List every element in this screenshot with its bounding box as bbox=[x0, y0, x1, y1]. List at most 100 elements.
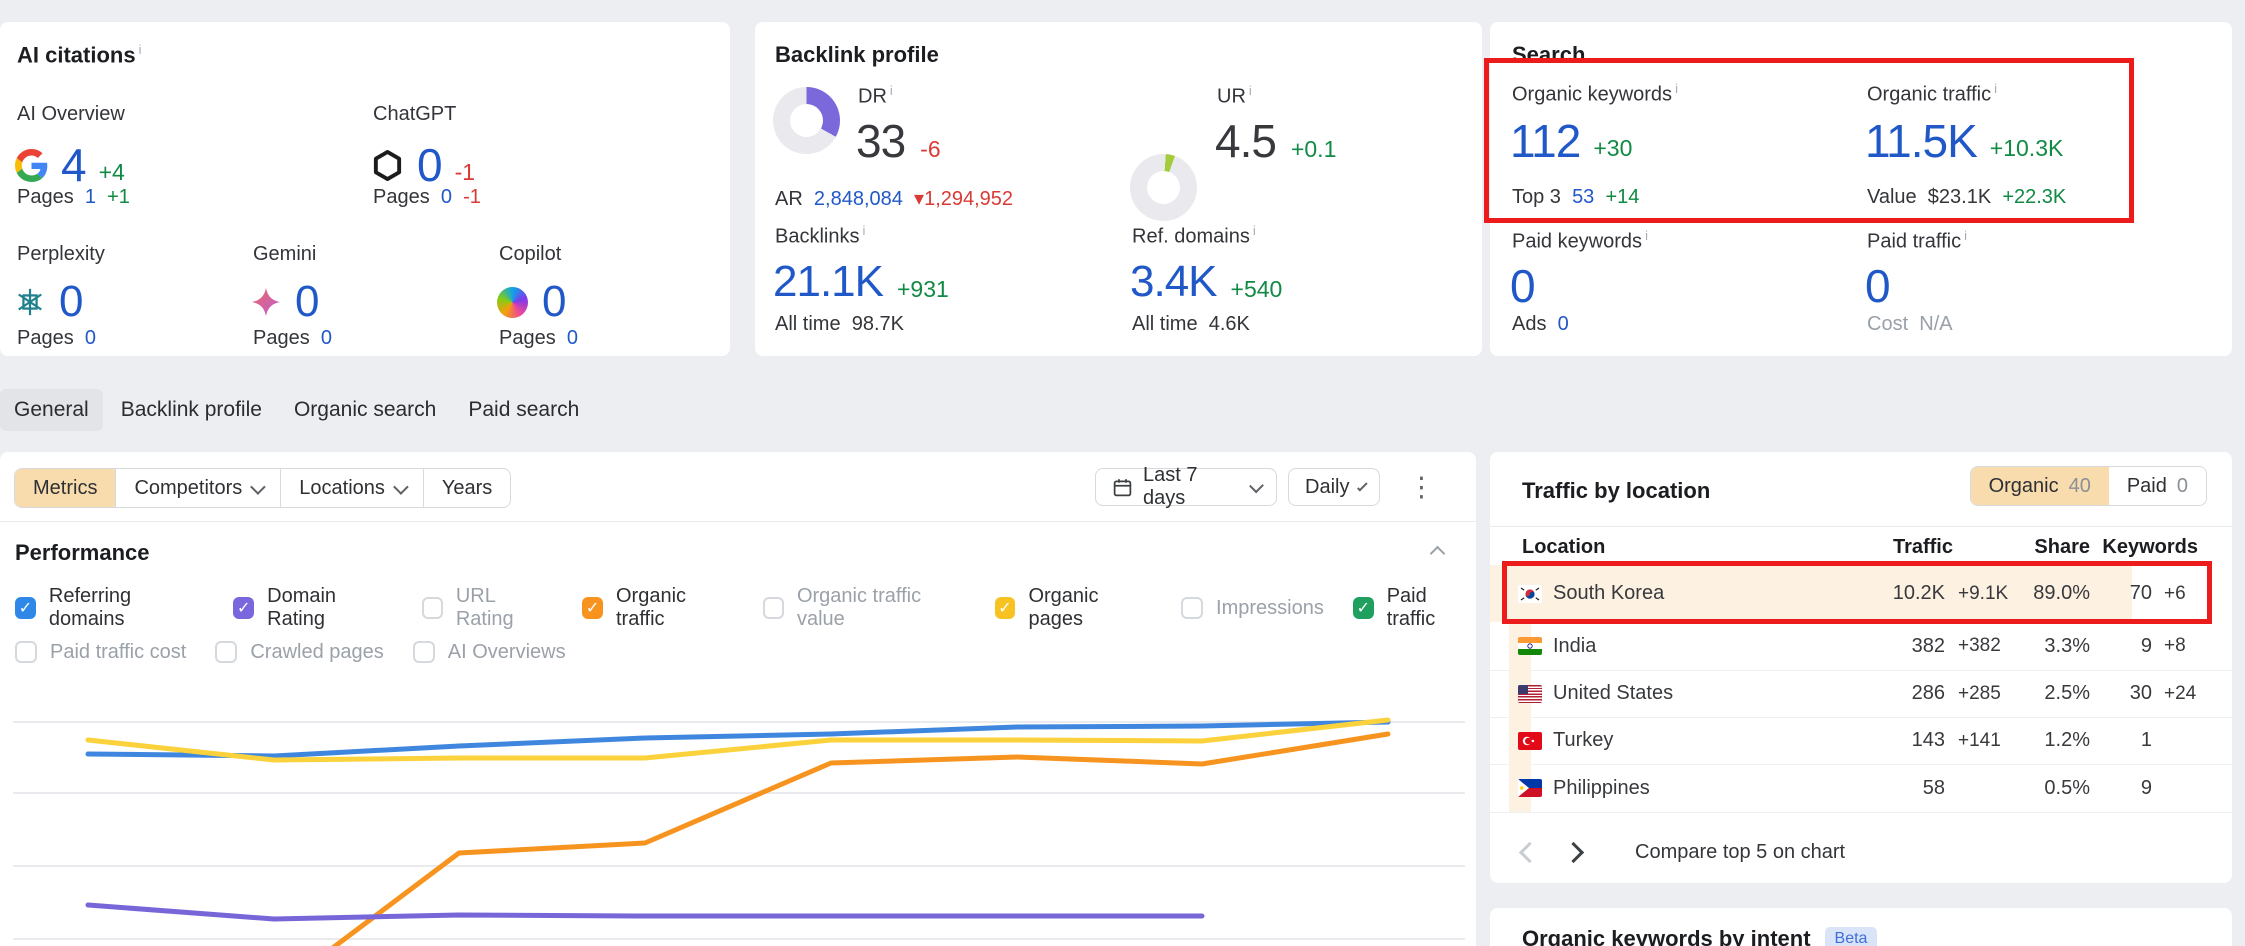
unchecked-checkbox-icon[interactable] bbox=[215, 641, 237, 663]
prev-page-icon[interactable] bbox=[1519, 842, 1540, 863]
traffic-by-location-card: Traffic by location Organic40 Paid0 Loca… bbox=[1490, 452, 2232, 883]
info-icon[interactable]: i bbox=[1675, 81, 1678, 96]
backlinks-value[interactable]: 21.1K bbox=[773, 260, 883, 304]
table-row-south-korea[interactable]: South Korea 10.2K +9.1K 89.0% 70 +6 bbox=[1490, 565, 2232, 622]
metric-checkbox-paid-traffic[interactable]: ✓Paid traffic bbox=[1353, 585, 1476, 631]
tab-general[interactable]: General bbox=[0, 389, 103, 431]
checkbox-label: AI Overviews bbox=[448, 641, 566, 664]
checked-checkbox-icon[interactable]: ✓ bbox=[1353, 597, 1374, 619]
country-name[interactable]: Philippines bbox=[1553, 777, 1650, 800]
unchecked-checkbox-icon[interactable] bbox=[422, 597, 443, 619]
info-icon[interactable]: i bbox=[890, 83, 893, 98]
metric-checkbox-url-rating[interactable]: URL Rating bbox=[422, 585, 553, 631]
unchecked-checkbox-icon[interactable] bbox=[1181, 597, 1203, 619]
backlinks-alltime: All time 98.7K bbox=[775, 313, 904, 336]
country-name[interactable]: United States bbox=[1553, 682, 1673, 705]
organic-keywords-value[interactable]: 112 bbox=[1510, 118, 1580, 164]
info-icon[interactable]: i bbox=[1253, 223, 1256, 238]
years-button[interactable]: Years bbox=[424, 469, 510, 507]
performance-line-chart[interactable] bbox=[13, 680, 1465, 946]
country-name[interactable]: India bbox=[1553, 635, 1596, 658]
unchecked-checkbox-icon[interactable] bbox=[15, 641, 37, 663]
chevron-down-icon bbox=[250, 479, 266, 495]
chatgpt-value[interactable]: 0 bbox=[417, 142, 442, 188]
kebab-menu-icon[interactable]: ⋮ bbox=[1408, 474, 1435, 501]
info-icon[interactable]: i bbox=[1249, 83, 1252, 98]
granularity-dropdown[interactable]: Daily bbox=[1288, 468, 1380, 506]
share-value: 2.5% bbox=[1990, 682, 2090, 705]
copilot-value[interactable]: 0 bbox=[542, 280, 565, 324]
col-keywords[interactable]: Keywords bbox=[2078, 536, 2198, 559]
unchecked-checkbox-icon[interactable] bbox=[763, 597, 784, 619]
paid-keywords-value[interactable]: 0 bbox=[1510, 263, 1535, 309]
share-value: 3.3% bbox=[1990, 635, 2090, 658]
checked-checkbox-icon[interactable]: ✓ bbox=[995, 597, 1016, 619]
info-icon[interactable]: i bbox=[1994, 81, 1997, 96]
keywords-value[interactable]: 1 bbox=[2092, 729, 2152, 752]
metric-checkbox-organic-pages[interactable]: ✓Organic pages bbox=[995, 585, 1152, 631]
organic-traffic-value[interactable]: 11.5K bbox=[1865, 118, 1977, 164]
paid-traffic-value[interactable]: 0 bbox=[1865, 263, 1890, 309]
gemini-value[interactable]: 0 bbox=[295, 280, 318, 324]
keywords-value[interactable]: 30 bbox=[2092, 682, 2152, 705]
perplexity-value[interactable]: 0 bbox=[59, 280, 82, 324]
unchecked-checkbox-icon[interactable] bbox=[413, 641, 435, 663]
compare-top5-link[interactable]: Compare top 5 on chart bbox=[1635, 841, 1845, 864]
metric-checkbox-organic-traffic[interactable]: ✓ Organic traffic bbox=[582, 585, 734, 631]
chatgpt-delta: -1 bbox=[455, 159, 475, 186]
next-page-icon[interactable] bbox=[1563, 842, 1584, 863]
checked-checkbox-icon[interactable]: ✓ bbox=[233, 597, 254, 619]
info-icon[interactable]: i bbox=[862, 223, 865, 238]
competitors-dropdown[interactable]: Competitors bbox=[116, 469, 281, 507]
metric-checkbox-referring-domains[interactable]: ✓Referring domains bbox=[15, 585, 204, 631]
table-row-philippines[interactable]: Philippines 58 0.5% 9 bbox=[1490, 764, 2232, 813]
keywords-value[interactable]: 9 bbox=[2092, 635, 2152, 658]
metric-checkbox-ai-overviews[interactable]: AI Overviews bbox=[413, 641, 566, 664]
table-row-turkey[interactable]: Turkey 143 +141 1.2% 1 bbox=[1490, 717, 2232, 765]
metric-checkbox-crawled-pages[interactable]: Crawled pages bbox=[215, 641, 383, 664]
metric-checkbox-row-2: Paid traffic cost Crawled pages AI Overvie… bbox=[15, 639, 566, 665]
info-icon[interactable]: i bbox=[1964, 228, 1967, 243]
search-card: Search Organic keywordsi 112 +30 Top 3 5… bbox=[1490, 22, 2232, 356]
date-range-dropdown[interactable]: Last 7 days bbox=[1095, 468, 1277, 506]
info-icon[interactable]: i bbox=[1645, 228, 1648, 243]
keywords-value[interactable]: 9 bbox=[2092, 777, 2152, 800]
tab-paid-search[interactable]: Paid search bbox=[454, 389, 593, 431]
tab-organic-search[interactable]: Organic search bbox=[280, 389, 450, 431]
checkbox-label: Organic traffic bbox=[616, 585, 734, 631]
calendar-icon bbox=[1112, 477, 1133, 498]
toggle-paid[interactable]: Paid0 bbox=[2109, 467, 2206, 505]
organic-paid-toggle: Organic40 Paid0 bbox=[1970, 466, 2207, 506]
checked-checkbox-icon[interactable]: ✓ bbox=[15, 597, 36, 619]
col-location[interactable]: Location bbox=[1522, 536, 1605, 559]
gemini-pages: Pages 0 bbox=[253, 327, 332, 350]
ai-overview-value[interactable]: 4 bbox=[61, 142, 86, 188]
keywords-delta: +8 bbox=[2164, 635, 2186, 657]
locations-dropdown[interactable]: Locations bbox=[281, 469, 424, 507]
metric-checkbox-impressions[interactable]: Impressions bbox=[1181, 597, 1324, 620]
flag-south-korea bbox=[1518, 585, 1542, 603]
ref-domains-value[interactable]: 3.4K bbox=[1130, 260, 1217, 304]
info-icon[interactable]: i bbox=[139, 42, 142, 57]
col-share[interactable]: Share bbox=[1980, 536, 2090, 559]
metrics-button[interactable]: Metrics bbox=[15, 469, 116, 507]
toggle-organic[interactable]: Organic40 bbox=[1971, 467, 2109, 505]
metric-checkbox-organic-traffic-value[interactable]: Organic traffic value bbox=[763, 585, 966, 631]
dr-label: DRi bbox=[858, 83, 893, 109]
metric-checkbox-domain-rating[interactable]: ✓Domain Rating bbox=[233, 585, 393, 631]
col-traffic[interactable]: Traffic bbox=[1833, 536, 1953, 559]
country-name[interactable]: South Korea bbox=[1553, 582, 1664, 605]
ur-label: URi bbox=[1217, 83, 1252, 109]
checkbox-label: Paid traffic cost bbox=[50, 641, 186, 664]
table-row-india[interactable]: India 382 +382 3.3% 9 +8 bbox=[1490, 622, 2232, 671]
keywords-value[interactable]: 70 bbox=[2092, 582, 2152, 605]
metric-checkbox-paid-traffic-cost[interactable]: Paid traffic cost bbox=[15, 641, 186, 664]
openai-icon bbox=[371, 149, 404, 182]
country-name[interactable]: Turkey bbox=[1553, 729, 1613, 752]
performance-card: Metrics Competitors Locations Years Last… bbox=[0, 452, 1476, 946]
collapse-chevron-icon[interactable] bbox=[1430, 546, 1446, 562]
table-row-united-states[interactable]: United States 286 +285 2.5% 30 +24 bbox=[1490, 670, 2232, 718]
keywords-delta: +24 bbox=[2164, 683, 2196, 705]
checked-checkbox-icon[interactable]: ✓ bbox=[582, 597, 603, 619]
tab-backlink-profile[interactable]: Backlink profile bbox=[107, 389, 276, 431]
